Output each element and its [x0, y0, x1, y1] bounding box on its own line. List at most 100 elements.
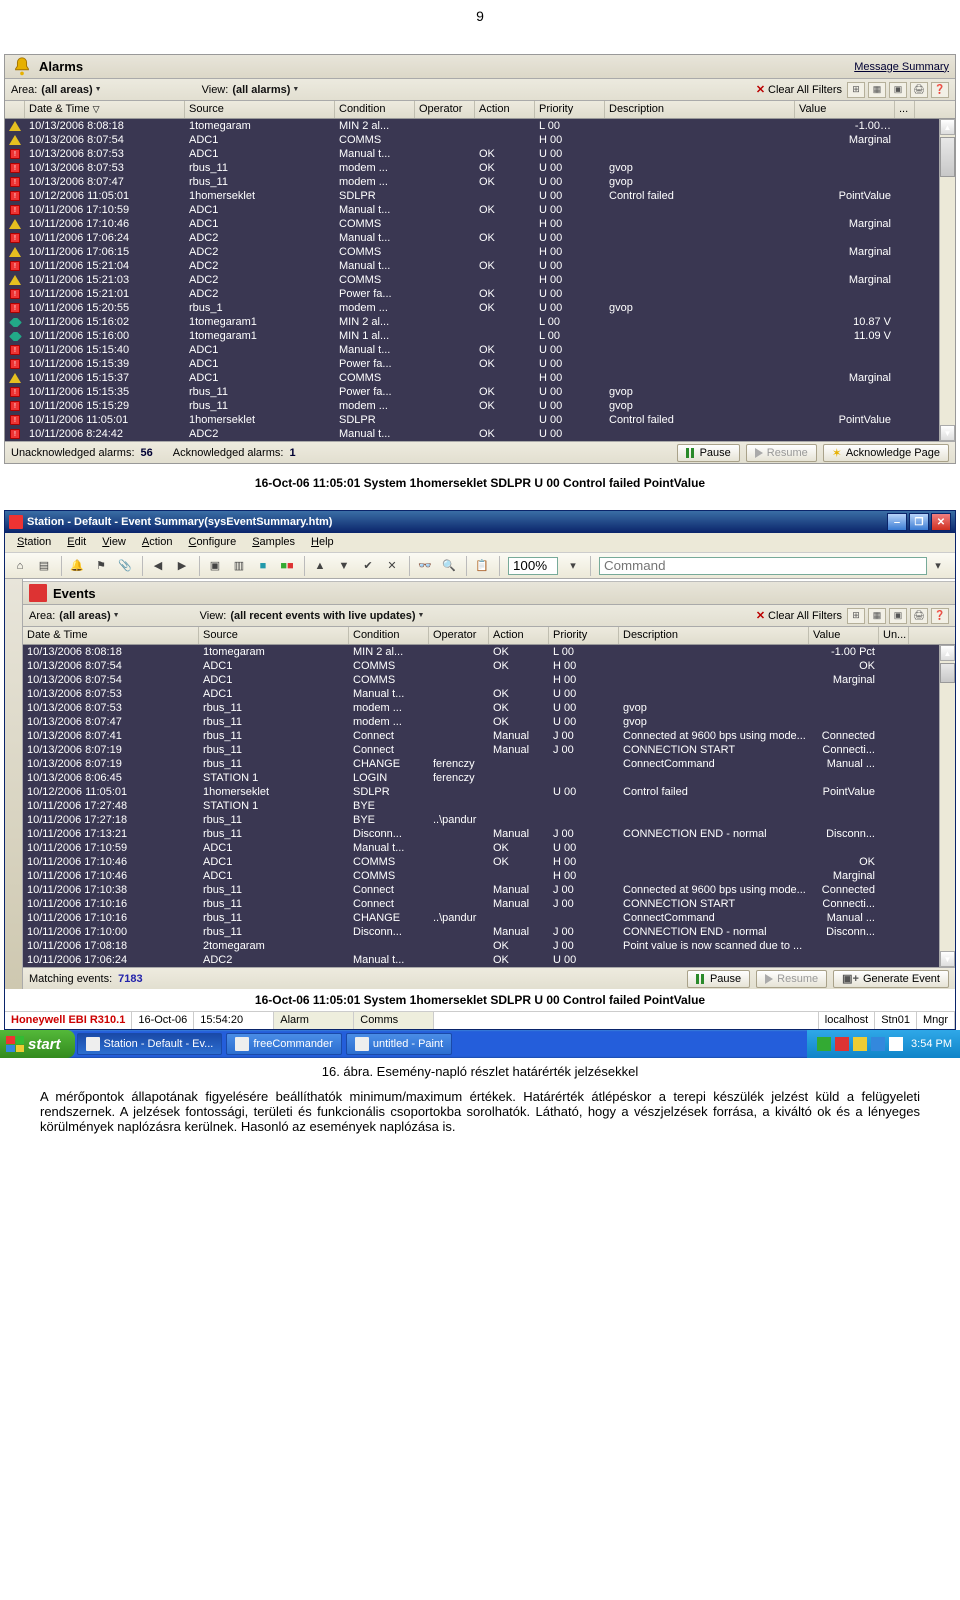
toolbar-button[interactable]: ❓ — [931, 82, 949, 98]
event-row[interactable]: 10/11/2006 17:06:24ADC2Manual t...OKU 00 — [23, 953, 955, 967]
event-row[interactable]: 10/11/2006 17:10:00rbus_11Disconn...Manu… — [23, 925, 955, 939]
spectacles-button[interactable]: 👓 — [414, 555, 436, 577]
event-row[interactable]: 10/13/2006 8:07:54ADC1COMMSOKH 00OK — [23, 659, 955, 673]
event-row[interactable]: 10/12/2006 11:05:011homersekletSDLPRU 00… — [23, 785, 955, 799]
col-priority[interactable]: Priority — [549, 627, 619, 644]
scroll-thumb[interactable] — [940, 137, 955, 177]
clip-button[interactable]: 📎 — [114, 555, 136, 577]
toolbar-button[interactable]: ▦ — [868, 82, 886, 98]
area-dropdown[interactable]: (all areas) — [59, 610, 110, 622]
resume-button[interactable]: Resume — [746, 444, 817, 462]
message-summary-link[interactable]: Message Summary — [854, 61, 949, 73]
menu-item[interactable]: Edit — [59, 533, 94, 552]
alarm-row[interactable]: !10/11/2006 15:15:29rbus_11modem ...OKU … — [5, 399, 955, 413]
event-row[interactable]: 10/13/2006 8:07:53rbus_11modem ...OKU 00… — [23, 701, 955, 715]
check-button[interactable]: ✔ — [357, 555, 379, 577]
alarm-row[interactable]: 10/13/2006 8:08:181tomegaramMIN 2 al...L… — [5, 119, 955, 133]
command-dropdown[interactable]: ▾ — [927, 555, 949, 577]
search-button[interactable]: 🔍 — [438, 555, 460, 577]
event-row[interactable]: 10/11/2006 17:10:38rbus_11ConnectManualJ… — [23, 883, 955, 897]
menu-item[interactable]: Station — [9, 533, 59, 552]
pause-button[interactable]: Pause — [677, 444, 740, 462]
event-row[interactable]: 10/11/2006 17:10:16rbus_11ConnectManualJ… — [23, 897, 955, 911]
scroll-up-icon[interactable]: ▲ — [940, 645, 955, 661]
alarm-row[interactable]: !10/11/2006 17:06:24ADC2Manual t...OKU 0… — [5, 231, 955, 245]
event-row[interactable]: 10/11/2006 17:10:16rbus_11CHANGE..\pandu… — [23, 911, 955, 925]
toolbar-button[interactable]: 🖨 — [910, 608, 928, 624]
acknowledge-page-button[interactable]: ✶Acknowledge Page — [823, 444, 949, 462]
col-condition[interactable]: Condition — [349, 627, 429, 644]
col-action[interactable]: Action — [489, 627, 549, 644]
col-action[interactable]: Action — [475, 101, 535, 118]
toolbar-button[interactable]: ⊞ — [847, 82, 865, 98]
status-seg[interactable]: Alarm — [274, 1012, 354, 1029]
toolbar-button[interactable]: ▣ — [889, 608, 907, 624]
alarm-row[interactable]: !10/13/2006 8:07:53rbus_11modem ...OKU 0… — [5, 161, 955, 175]
alarm-row[interactable]: !10/11/2006 11:05:011homersekletSDLPRU 0… — [5, 413, 955, 427]
toolbar-button[interactable]: ■■ — [276, 555, 298, 577]
alarm-row[interactable]: !10/11/2006 8:24:42ADC2Manual t...OKU 00 — [5, 427, 955, 441]
flag-button[interactable]: ⚑ — [90, 555, 112, 577]
alarm-row[interactable]: 10/11/2006 15:15:37ADC1COMMSH 00Marginal — [5, 371, 955, 385]
toolbar-button[interactable]: ▣ — [889, 82, 907, 98]
menu-item[interactable]: Configure — [180, 533, 244, 552]
event-row[interactable]: 10/13/2006 8:08:181tomegaramMIN 2 al...O… — [23, 645, 955, 659]
resume-button[interactable]: Resume — [756, 970, 827, 988]
alarm-row[interactable]: !10/11/2006 15:15:40ADC1Manual t...OKU 0… — [5, 343, 955, 357]
zoom-dropdown[interactable]: ▾ — [562, 555, 584, 577]
col-more[interactable]: ... — [895, 101, 915, 118]
chevron-down-icon[interactable]: ▼ — [95, 86, 102, 93]
system-tray[interactable]: 3:54 PM — [807, 1030, 960, 1058]
col-source[interactable]: Source — [199, 627, 349, 644]
event-row[interactable]: 10/11/2006 17:10:46ADC1COMMSOKH 00OK — [23, 855, 955, 869]
window-titlebar[interactable]: Station - Default - Event Summary(sysEve… — [5, 511, 955, 533]
alarm-row[interactable]: !10/11/2006 17:10:59ADC1Manual t...OKU 0… — [5, 203, 955, 217]
alarm-row[interactable]: !10/11/2006 15:20:55rbus_1modem ...OKU 0… — [5, 301, 955, 315]
alarm-row[interactable]: 10/11/2006 17:10:46ADC1COMMSH 00Marginal — [5, 217, 955, 231]
alarm-row[interactable]: !10/13/2006 8:07:53ADC1Manual t...OKU 00 — [5, 147, 955, 161]
event-row[interactable]: 10/13/2006 8:07:53ADC1Manual t...OKU 00 — [23, 687, 955, 701]
event-row[interactable]: 10/13/2006 8:07:54ADC1COMMSH 00Marginal — [23, 673, 955, 687]
alarm-row[interactable]: 10/11/2006 15:21:03ADC2COMMSH 00Marginal — [5, 273, 955, 287]
event-row[interactable]: 10/13/2006 8:07:19rbus_11CHANGEferenczyC… — [23, 757, 955, 771]
back-button[interactable]: ◀ — [147, 555, 169, 577]
alarm-row[interactable]: !10/12/2006 11:05:011homersekletSDLPRU 0… — [5, 189, 955, 203]
scroll-up-icon[interactable]: ▲ — [940, 119, 955, 135]
scroll-down-icon[interactable]: ▼ — [940, 425, 955, 441]
bell-button[interactable]: 🔔 — [66, 555, 88, 577]
start-button[interactable]: start — [0, 1030, 75, 1058]
tray-icon[interactable] — [889, 1037, 903, 1051]
alarm-row[interactable]: !10/11/2006 15:15:35rbus_11Power fa...OK… — [5, 385, 955, 399]
col-datetime[interactable]: Date & Time ▽ — [25, 101, 185, 118]
events-grid-body[interactable]: 10/13/2006 8:08:181tomegaramMIN 2 al...O… — [23, 645, 955, 967]
vertical-scrollbar[interactable]: ▲ ▼ — [939, 119, 955, 441]
event-row[interactable]: 10/13/2006 8:06:45STATION 1LOGINferenczy — [23, 771, 955, 785]
x-button[interactable]: ✕ — [381, 555, 403, 577]
event-row[interactable]: 10/13/2006 8:07:19rbus_11ConnectManualJ … — [23, 743, 955, 757]
menu-item[interactable]: Samples — [244, 533, 303, 552]
toolbar-button[interactable]: ■ — [252, 555, 274, 577]
toolbar-button[interactable]: ▣ — [204, 555, 226, 577]
toolbar-button[interactable]: 📋 — [471, 555, 493, 577]
alarm-row[interactable]: !10/11/2006 15:21:04ADC2Manual t...OKU 0… — [5, 259, 955, 273]
col-description[interactable]: Description — [605, 101, 795, 118]
area-dropdown[interactable]: (all areas) — [41, 84, 92, 96]
alarm-row[interactable]: 10/11/2006 15:16:001tomegaram1MIN 1 al..… — [5, 329, 955, 343]
col-description[interactable]: Description — [619, 627, 809, 644]
event-row[interactable]: 10/11/2006 17:10:59ADC1Manual t...OKU 00 — [23, 841, 955, 855]
chevron-down-icon[interactable]: ▼ — [113, 612, 120, 619]
view-dropdown[interactable]: (all alarms) — [232, 84, 290, 96]
nav-button[interactable]: ▤ — [33, 555, 55, 577]
minimize-button[interactable]: ‒ — [887, 513, 907, 531]
nav-button[interactable]: ⌂ — [9, 555, 31, 577]
up-button[interactable]: ▲ — [309, 555, 331, 577]
tray-icon[interactable] — [835, 1037, 849, 1051]
maximize-button[interactable]: ❐ — [909, 513, 929, 531]
col-icon[interactable] — [5, 101, 25, 118]
event-row[interactable]: 10/11/2006 17:27:18rbus_11BYE..\pandur — [23, 813, 955, 827]
col-source[interactable]: Source — [185, 101, 335, 118]
col-priority[interactable]: Priority — [535, 101, 605, 118]
alarm-row[interactable]: !10/13/2006 8:07:47rbus_11modem ...OKU 0… — [5, 175, 955, 189]
scroll-thumb[interactable] — [940, 663, 955, 683]
alarm-row[interactable]: !10/11/2006 15:21:01ADC2Power fa...OKU 0… — [5, 287, 955, 301]
